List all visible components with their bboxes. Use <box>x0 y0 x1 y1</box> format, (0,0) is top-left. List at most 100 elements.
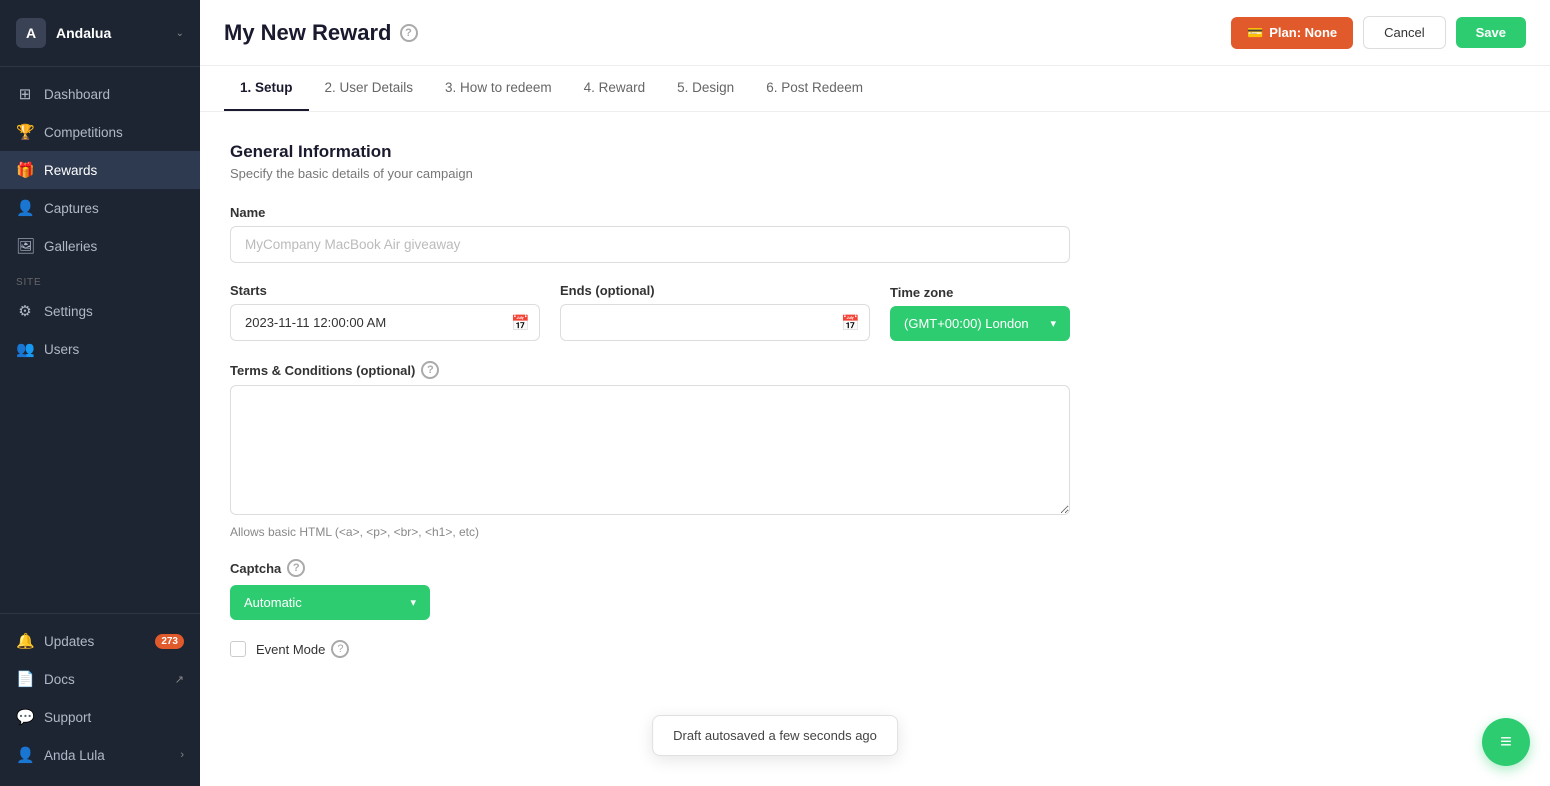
sidebar-item-dashboard[interactable]: ⊞ Dashboard <box>0 75 200 113</box>
rewards-icon: 🎁 <box>16 161 34 179</box>
sidebar: A Andalua ⌄ ⊞ Dashboard 🏆 Competitions 🎁… <box>0 0 200 786</box>
plan-label: Plan: None <box>1269 25 1337 40</box>
dashboard-icon: ⊞ <box>16 85 34 103</box>
galleries-icon: 🖼 <box>16 237 34 255</box>
tabs-bar: 1. Setup 2. User Details 3. How to redee… <box>200 66 1550 112</box>
sidebar-item-updates[interactable]: 🔔 Updates 273 <box>0 622 200 660</box>
sidebar-item-users[interactable]: 👥 Users <box>0 330 200 368</box>
plan-card-icon: 💳 <box>1247 25 1263 41</box>
captcha-chevron-icon: ▾ <box>410 596 416 609</box>
starts-label: Starts <box>230 283 540 298</box>
sidebar-label-support: Support <box>44 710 91 725</box>
ends-input-wrapper: 📅 <box>560 304 870 341</box>
sidebar-label-docs: Docs <box>44 672 75 687</box>
anda-lula-icon: 👤 <box>16 746 34 764</box>
sidebar-item-competitions[interactable]: 🏆 Competitions <box>0 113 200 151</box>
sidebar-label-captures: Captures <box>44 201 99 216</box>
name-label: Name <box>230 205 1070 220</box>
timezone-select[interactable]: (GMT+00:00) London ▾ <box>890 306 1070 341</box>
event-mode-group: Event Mode ? <box>230 640 1070 658</box>
topbar-actions: 💳 Plan: None Cancel Save <box>1231 16 1526 49</box>
terms-group: Terms & Conditions (optional) ? Allows b… <box>230 361 1070 539</box>
timezone-group: Time zone (GMT+00:00) London ▾ <box>890 285 1070 341</box>
event-mode-checkbox[interactable] <box>230 641 246 657</box>
sidebar-label-anda-lula: Anda Lula <box>44 748 105 763</box>
save-button[interactable]: Save <box>1456 17 1526 48</box>
cancel-button[interactable]: Cancel <box>1363 16 1445 49</box>
sidebar-logo[interactable]: A Andalua ⌄ <box>0 0 200 67</box>
tab-post-redeem[interactable]: 6. Post Redeem <box>750 66 879 111</box>
terms-textarea[interactable] <box>230 385 1070 515</box>
sidebar-item-support[interactable]: 💬 Support <box>0 698 200 736</box>
ends-group: Ends (optional) 📅 <box>560 283 870 341</box>
fab-icon: ≡ <box>1500 731 1512 754</box>
sidebar-label-users: Users <box>44 342 79 357</box>
page-title-area: My New Reward ? <box>224 20 418 46</box>
ends-calendar-icon[interactable]: 📅 <box>841 314 860 332</box>
docs-icon: 📄 <box>16 670 34 688</box>
date-row: Starts 📅 Ends (optional) 📅 Time zone (GM… <box>230 283 1070 341</box>
sidebar-label-rewards: Rewards <box>44 163 97 178</box>
updates-badge: 273 <box>155 634 184 649</box>
sidebar-item-settings[interactable]: ⚙ Settings <box>0 292 200 330</box>
site-section-label: Site <box>0 265 200 292</box>
starts-input-wrapper: 📅 <box>230 304 540 341</box>
terms-help-icon[interactable]: ? <box>421 361 439 379</box>
tab-reward[interactable]: 4. Reward <box>568 66 662 111</box>
sidebar-nav: ⊞ Dashboard 🏆 Competitions 🎁 Rewards 👤 C… <box>0 67 200 613</box>
page-title: My New Reward <box>224 20 392 46</box>
captcha-group: Captcha ? Automatic ▾ <box>230 559 1070 620</box>
name-input[interactable] <box>230 226 1070 263</box>
logo-chevron-icon: ⌄ <box>176 28 184 39</box>
sidebar-item-galleries[interactable]: 🖼 Galleries <box>0 227 200 265</box>
starts-calendar-icon[interactable]: 📅 <box>511 314 530 332</box>
sidebar-item-rewards[interactable]: 🎁 Rewards <box>0 151 200 189</box>
timezone-value: (GMT+00:00) London <box>904 316 1029 331</box>
sidebar-label-dashboard: Dashboard <box>44 87 110 102</box>
starts-input[interactable] <box>230 304 540 341</box>
sidebar-item-anda-lula[interactable]: 👤 Anda Lula › <box>0 736 200 774</box>
terms-label: Terms & Conditions (optional) ? <box>230 361 1070 379</box>
tab-design[interactable]: 5. Design <box>661 66 750 111</box>
support-icon: 💬 <box>16 708 34 726</box>
sidebar-label-galleries: Galleries <box>44 239 97 254</box>
main-content: My New Reward ? 💳 Plan: None Cancel Save… <box>200 0 1550 786</box>
timezone-chevron-icon: ▾ <box>1050 317 1056 330</box>
sidebar-item-docs[interactable]: 📄 Docs ↗ <box>0 660 200 698</box>
sidebar-item-captures[interactable]: 👤 Captures <box>0 189 200 227</box>
timezone-label: Time zone <box>890 285 1070 300</box>
users-icon: 👥 <box>16 340 34 358</box>
toast: Draft autosaved a few seconds ago <box>652 715 898 756</box>
captcha-value: Automatic <box>244 595 302 610</box>
captcha-label: Captcha ? <box>230 559 1070 577</box>
chevron-right-icon: › <box>180 749 184 761</box>
sidebar-label-competitions: Competitions <box>44 125 123 140</box>
captures-icon: 👤 <box>16 199 34 217</box>
starts-group: Starts 📅 <box>230 283 540 341</box>
section-title: General Information <box>230 142 1070 162</box>
title-help-icon[interactable]: ? <box>400 24 418 42</box>
toast-message: Draft autosaved a few seconds ago <box>673 728 877 743</box>
fab-button[interactable]: ≡ <box>1482 718 1530 766</box>
setup-content: General Information Specify the basic de… <box>200 112 1100 708</box>
html-hint: Allows basic HTML (<a>, <p>, <br>, <h1>,… <box>230 525 1070 539</box>
event-mode-label: Event Mode ? <box>256 640 349 658</box>
settings-icon: ⚙ <box>16 302 34 320</box>
tab-how-to-redeem[interactable]: 3. How to redeem <box>429 66 568 111</box>
external-link-icon: ↗ <box>175 673 184 686</box>
competitions-icon: 🏆 <box>16 123 34 141</box>
captcha-select[interactable]: Automatic ▾ <box>230 585 430 620</box>
sidebar-label-updates: Updates <box>44 634 94 649</box>
name-group: Name <box>230 205 1070 263</box>
tab-user-details[interactable]: 2. User Details <box>309 66 430 111</box>
plan-button[interactable]: 💳 Plan: None <box>1231 17 1353 49</box>
ends-label: Ends (optional) <box>560 283 870 298</box>
event-mode-help-icon[interactable]: ? <box>331 640 349 658</box>
tab-setup[interactable]: 1. Setup <box>224 66 309 111</box>
captcha-help-icon[interactable]: ? <box>287 559 305 577</box>
ends-input[interactable] <box>560 304 870 341</box>
updates-icon: 🔔 <box>16 632 34 650</box>
logo-name: Andalua <box>56 25 111 41</box>
section-subtitle: Specify the basic details of your campai… <box>230 166 1070 181</box>
topbar: My New Reward ? 💳 Plan: None Cancel Save <box>200 0 1550 66</box>
